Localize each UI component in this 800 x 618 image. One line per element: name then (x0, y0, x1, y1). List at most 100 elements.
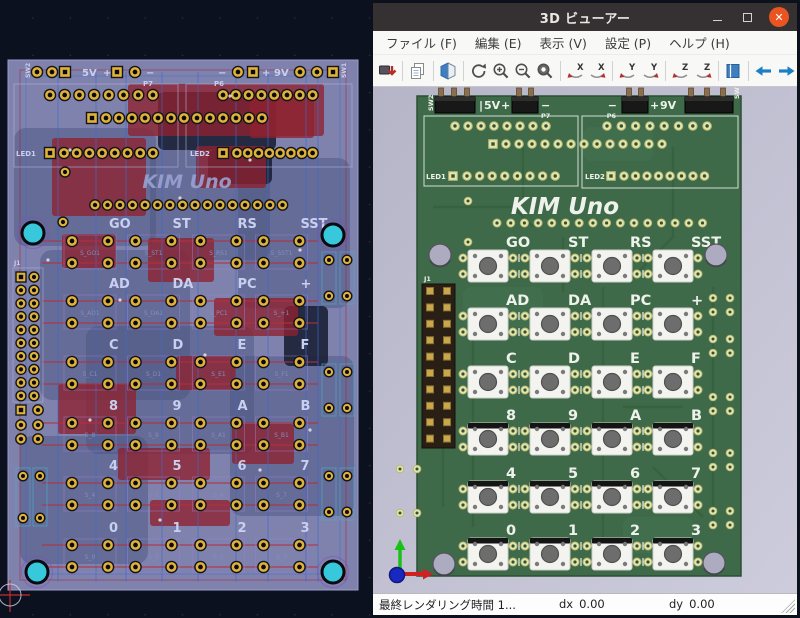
svg-text:9V: 9V (274, 68, 289, 79)
rotate-x-clockwise-icon[interactable]: X (565, 58, 587, 84)
svg-text:Z: Z (682, 63, 688, 73)
svg-text:−: − (541, 99, 550, 112)
svg-text:ST: ST (173, 217, 191, 232)
svg-text:+: + (262, 68, 270, 79)
svg-text:D: D (568, 351, 580, 367)
svg-text:S_C1: S_C1 (83, 371, 98, 378)
minimize-button[interactable] (709, 9, 725, 25)
svg-text:D: D (173, 338, 184, 353)
svg-text:S_2: S_2 (213, 554, 224, 561)
3d-viewer-window: 3D ビューアー ✕ ファイル (F)編集 (E)表示 (V)設定 (P)ヘルプ… (372, 2, 798, 616)
copy-image-icon[interactable] (407, 58, 429, 84)
maximize-button[interactable] (739, 9, 755, 25)
svg-text:SW2: SW2 (25, 63, 32, 78)
pcb-editor-canvas[interactable]: 5V+−P7−P6+9VSW2SW1LED1LED2KIM UnoGOS_GO1… (0, 0, 372, 618)
menu-0[interactable]: ファイル (F) (377, 30, 466, 55)
svg-text:+: + (691, 293, 703, 309)
svg-text:A: A (630, 408, 642, 424)
svg-text:PC: PC (238, 277, 257, 292)
move-board-left-icon[interactable] (753, 58, 775, 84)
svg-text:GO: GO (109, 217, 131, 232)
resize-grip[interactable] (781, 599, 795, 613)
svg-text:DA: DA (173, 277, 194, 292)
svg-text:1: 1 (173, 521, 182, 536)
svg-text:+: + (650, 99, 659, 112)
redraw-icon[interactable] (468, 58, 490, 84)
svg-text:S_D1: S_D1 (146, 371, 161, 378)
orthographic-projection-icon[interactable] (722, 58, 744, 84)
rotate-x-counterclockwise-icon[interactable]: X (587, 58, 609, 84)
reload-board-icon[interactable] (376, 58, 398, 84)
3d-board-svg[interactable]: LED1LED2|5V+−P7−P6+9VSW2SW1KIM UnoJ1GOST… (373, 87, 797, 593)
menu-4[interactable]: ヘルプ (H) (660, 30, 739, 55)
svg-text:S_4: S_4 (85, 492, 96, 499)
svg-text:9V: 9V (660, 99, 677, 112)
svg-text:S_1: S_1 (148, 554, 159, 561)
svg-text:P7: P7 (143, 80, 153, 88)
svg-text:RS: RS (238, 217, 257, 232)
toolbar-separator (718, 61, 719, 81)
svg-text:S_B1: S_B1 (274, 432, 289, 439)
zoom-to-fit-icon[interactable] (534, 58, 556, 84)
svg-text:S_8: S_8 (85, 432, 96, 439)
svg-text:S_SST1: S_SST1 (271, 250, 293, 257)
toolbar-separator (748, 61, 749, 81)
svg-text:S_F1: S_F1 (274, 371, 288, 378)
svg-text:S_0: S_0 (85, 554, 96, 561)
svg-text:−: − (608, 99, 617, 112)
svg-text:5V: 5V (484, 99, 501, 112)
svg-text:P6: P6 (607, 112, 617, 120)
svg-text:J1: J1 (423, 275, 431, 283)
titlebar[interactable]: 3D ビューアー ✕ (373, 3, 797, 31)
svg-text:S_E1: S_E1 (211, 371, 226, 378)
svg-text:4: 4 (506, 466, 516, 482)
toolbar: XX YY ZZ (373, 55, 797, 87)
svg-text:SW2: SW2 (427, 95, 435, 111)
svg-text:C: C (109, 338, 119, 353)
svg-text:S_AD1: S_AD1 (80, 310, 100, 317)
svg-text:B: B (691, 408, 702, 424)
rotate-z-counterclockwise-icon[interactable]: Z (692, 58, 714, 84)
svg-text:3: 3 (691, 523, 701, 539)
svg-text:Y: Y (628, 63, 636, 73)
svg-text:S_ST1: S_ST1 (144, 250, 162, 257)
3d-render-canvas[interactable]: LED1LED2|5V+−P7−P6+9VSW2SW1KIM UnoJ1GOST… (373, 87, 797, 593)
svg-text:S_PC1: S_PC1 (209, 310, 228, 317)
rotate-y-clockwise-icon[interactable]: Y (617, 58, 639, 84)
svg-text:J1: J1 (13, 260, 20, 267)
svg-text:6: 6 (630, 466, 640, 482)
svg-text:+: + (301, 277, 312, 292)
zoom-in-icon[interactable] (490, 58, 512, 84)
pcb-layout-svg[interactable]: 5V+−P7−P6+9VSW2SW1LED1LED2KIM UnoGOS_GO1… (0, 0, 372, 618)
menu-2[interactable]: 表示 (V) (531, 30, 596, 55)
render-current-view-icon[interactable] (437, 58, 459, 84)
svg-text:DA: DA (568, 293, 592, 309)
svg-text:5: 5 (173, 459, 182, 474)
svg-text:SW1: SW1 (733, 87, 741, 99)
svg-text:|: | (479, 99, 483, 112)
svg-text:KIM Uno: KIM Uno (142, 171, 231, 193)
svg-text:KIM Uno: KIM Uno (511, 194, 619, 220)
svg-text:S_RS1: S_RS1 (209, 250, 228, 257)
svg-text:S_7: S_7 (276, 492, 287, 499)
menu-1[interactable]: 編集 (E) (466, 30, 531, 55)
rotate-y-counterclockwise-icon[interactable]: Y (639, 58, 661, 84)
svg-text:S_9: S_9 (148, 432, 159, 439)
move-board-right-icon[interactable] (775, 58, 797, 84)
statusbar: 最終レンダリング時間 1... dx0.00 dy0.00 (373, 593, 797, 615)
svg-text:+: + (501, 99, 510, 112)
toolbar-separator (612, 61, 613, 81)
svg-text:1: 1 (568, 523, 578, 539)
svg-text:ST: ST (568, 235, 588, 251)
toolbar-separator (560, 61, 561, 81)
svg-text:−: − (218, 68, 226, 79)
close-button[interactable]: ✕ (769, 7, 789, 27)
menu-3[interactable]: 設定 (P) (596, 30, 660, 55)
svg-text:2: 2 (238, 521, 247, 536)
zoom-out-icon[interactable] (512, 58, 534, 84)
rotate-z-clockwise-icon[interactable]: Z (670, 58, 692, 84)
svg-text:GO: GO (506, 235, 530, 251)
svg-text:9: 9 (568, 408, 578, 424)
svg-text:6: 6 (238, 459, 247, 474)
svg-text:S_DA1: S_DA1 (144, 310, 163, 317)
